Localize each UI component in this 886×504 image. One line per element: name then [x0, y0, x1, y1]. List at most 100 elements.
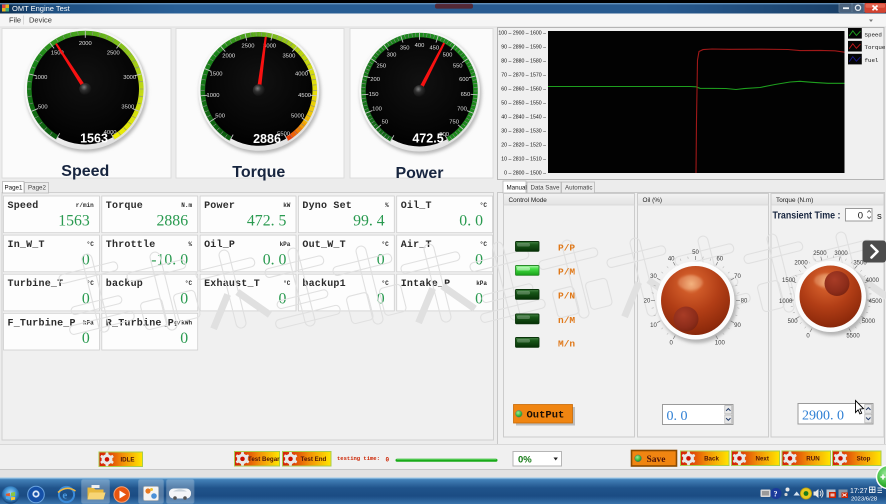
svg-text:30: 30	[650, 274, 657, 280]
svg-text:2023/6/28: 2023/6/28	[851, 497, 878, 503]
svg-text:Torque (N.m): Torque (N.m)	[776, 197, 813, 204]
svg-text:100: 100	[372, 107, 382, 113]
svg-text:Out_W_T: Out_W_T	[302, 240, 345, 251]
svg-text:0: 0	[180, 330, 188, 347]
svg-text:17:27: 17:27	[850, 488, 868, 495]
svg-text:Device: Device	[29, 15, 52, 24]
svg-text:5000: 5000	[291, 113, 304, 119]
svg-text:%: %	[385, 202, 389, 209]
svg-text:OutPut: OutPut	[527, 410, 565, 422]
svg-text:N.m: N.m	[181, 202, 192, 209]
svg-text:RUN: RUN	[806, 456, 820, 463]
svg-text:50 – 2850 – 1550 –: 50 – 2850 – 1550 –	[501, 101, 546, 107]
svg-text:R_Turbine_P: R_Turbine_P	[106, 317, 174, 329]
svg-text:10 – 2810 – 1510 –: 10 – 2810 – 1510 –	[501, 157, 546, 163]
svg-text:1500: 1500	[782, 278, 796, 284]
svg-text:90: 90	[734, 323, 741, 329]
svg-text:60 – 2860 – 1560 –: 60 – 2860 – 1560 –	[501, 87, 546, 93]
svg-text:Page2: Page2	[28, 185, 46, 192]
svg-text:1563: 1563	[58, 213, 90, 230]
svg-text:backup1: backup1	[302, 278, 345, 290]
svg-text:3000: 3000	[123, 75, 136, 81]
svg-text:550: 550	[453, 64, 463, 70]
svg-text:400: 400	[415, 43, 425, 49]
svg-text:40 – 2840 – 1540 –: 40 – 2840 – 1540 –	[501, 115, 546, 121]
svg-text:300: 300	[387, 53, 397, 59]
svg-text:Page1: Page1	[5, 185, 23, 192]
svg-text:100 – 2900 – 1600 –: 100 – 2900 – 1600 –	[498, 31, 546, 37]
svg-text:2900. 0: 2900. 0	[802, 409, 844, 424]
svg-text:testing time:: testing time:	[337, 455, 380, 462]
svg-text:99. 4: 99. 4	[353, 213, 385, 230]
svg-text:20: 20	[644, 299, 651, 305]
svg-text:600: 600	[459, 77, 469, 83]
svg-text:°C: °C	[381, 241, 389, 248]
svg-text:Stop: Stop	[857, 456, 871, 463]
svg-text:500: 500	[443, 53, 453, 59]
svg-text:60: 60	[716, 257, 723, 263]
svg-text:350: 350	[400, 46, 410, 52]
svg-text:°C: °C	[480, 241, 488, 248]
svg-text:Speed: Speed	[865, 31, 882, 38]
svg-text:%: %	[188, 241, 192, 248]
svg-text:M/n: M/n	[558, 339, 575, 350]
svg-text:Test Begar: Test Begar	[248, 456, 280, 463]
svg-text:kW: kW	[283, 202, 291, 209]
svg-text:Back: Back	[704, 456, 719, 463]
svg-text:Automatic: Automatic	[565, 185, 593, 192]
svg-text:Speed: Speed	[61, 163, 109, 180]
svg-text:fuel: fuel	[865, 57, 879, 64]
svg-text:50: 50	[382, 119, 388, 125]
svg-text:1000: 1000	[207, 93, 220, 99]
svg-text:Torque: Torque	[106, 201, 143, 212]
svg-text:Test End: Test End	[301, 456, 327, 463]
svg-text:20 – 2820 – 1520 –: 20 – 2820 – 1520 –	[501, 143, 546, 149]
svg-text:70 – 2870 – 1570 –: 70 – 2870 – 1570 –	[501, 73, 546, 79]
svg-text:Data Save: Data Save	[531, 185, 560, 192]
svg-text:4000: 4000	[295, 71, 308, 77]
svg-text:OMT Engine Test: OMT Engine Test	[12, 4, 71, 13]
svg-text:3500: 3500	[282, 54, 295, 60]
svg-text:File: File	[9, 15, 21, 24]
svg-text:Throttle: Throttle	[106, 239, 156, 251]
svg-text:30 – 2830 – 1530 –: 30 – 2830 – 1530 –	[501, 129, 546, 135]
svg-text:5000: 5000	[862, 319, 876, 325]
svg-text:10: 10	[650, 323, 657, 329]
svg-text:50: 50	[692, 250, 699, 256]
svg-text:?: ?	[774, 490, 778, 499]
svg-text:r/min: r/min	[76, 202, 94, 209]
svg-text:2500: 2500	[242, 44, 255, 50]
svg-text:°C: °C	[87, 241, 95, 248]
svg-text:Save: Save	[647, 455, 666, 465]
svg-text:2000: 2000	[79, 41, 92, 47]
svg-text:P/N: P/N	[558, 291, 575, 302]
svg-text:1000: 1000	[779, 299, 793, 305]
svg-text:2886: 2886	[157, 213, 189, 230]
svg-text:4500: 4500	[298, 93, 311, 99]
svg-text:Next: Next	[755, 456, 768, 463]
svg-text:s: s	[877, 211, 882, 222]
svg-text:2000: 2000	[794, 261, 808, 267]
svg-text:0. 0: 0. 0	[263, 252, 287, 269]
svg-text:1000: 1000	[34, 75, 47, 81]
svg-text:Manual: Manual	[507, 185, 527, 192]
svg-text:2886: 2886	[253, 132, 281, 146]
svg-text:200: 200	[370, 77, 380, 83]
svg-text:0%: 0%	[518, 455, 532, 466]
svg-text:Oil_T: Oil_T	[401, 200, 432, 212]
svg-text:In_W_T: In_W_T	[8, 240, 45, 251]
svg-text:2000: 2000	[222, 54, 235, 60]
svg-text:Power: Power	[204, 201, 235, 212]
svg-text:2500: 2500	[107, 51, 120, 57]
svg-text:F_Turbine_P: F_Turbine_P	[8, 317, 76, 329]
svg-text:3500: 3500	[121, 105, 134, 111]
svg-text:5500: 5500	[846, 334, 860, 340]
svg-text:°C: °C	[283, 280, 291, 287]
svg-text:Power: Power	[395, 165, 443, 182]
svg-text:Oil (%): Oil (%)	[643, 197, 663, 204]
svg-text:Torque: Torque	[232, 164, 285, 181]
svg-text:0. 0: 0. 0	[667, 409, 688, 424]
svg-text:n/M: n/M	[558, 315, 575, 326]
svg-text:Control Mode: Control Mode	[509, 197, 548, 204]
svg-text:kPa: kPa	[280, 241, 291, 248]
